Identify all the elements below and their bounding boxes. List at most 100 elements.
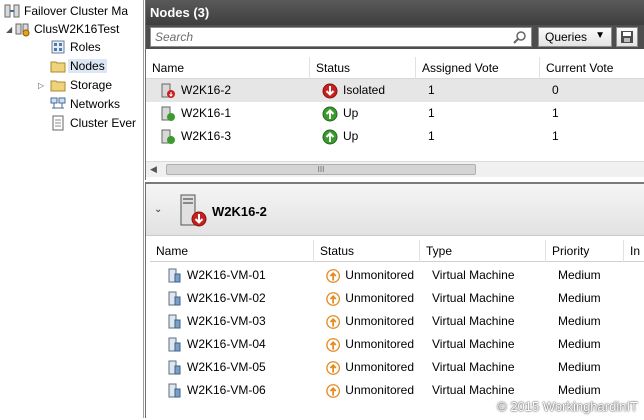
status-text: Unmonitored (345, 360, 414, 374)
role-name-cell: W2K16-VM-01 (160, 264, 314, 287)
priority-cell: Medium (558, 268, 601, 282)
status-cell: Unmonitored (320, 287, 420, 310)
column-header-status[interactable]: Status (314, 240, 420, 262)
cluster-manager-icon (4, 4, 20, 18)
node-name: W2K16-2 (181, 83, 232, 97)
collapse-chevron-icon[interactable]: ⌄ (154, 204, 162, 215)
horizontal-scrollbar[interactable]: ◀ III (146, 161, 644, 177)
green-up-arrow-icon (322, 129, 338, 145)
navigation-tree: Failover Cluster Ma ◢ ClusW2K16Test Role… (0, 0, 144, 418)
column-header-priority[interactable]: Priority (546, 240, 624, 262)
virtual-machine-icon (168, 268, 181, 283)
table-row[interactable]: W2K16-VM-01 Unmonitored Virtual Machine … (150, 264, 644, 287)
scrollbar-thumb[interactable]: III (166, 164, 476, 175)
node-server-up-icon (161, 106, 175, 121)
column-header-information[interactable]: In (624, 240, 644, 262)
save-icon (621, 31, 633, 43)
scroll-left-arrow-icon[interactable]: ◀ (150, 164, 157, 175)
virtual-machine-icon (168, 360, 181, 375)
queries-label: Queries (545, 30, 588, 44)
priority-cell: Medium (558, 360, 601, 374)
red-down-arrow-icon (322, 83, 338, 99)
tree-item-failover-cluster-manager[interactable]: Failover Cluster Ma (4, 2, 128, 20)
status-text: Up (343, 129, 359, 143)
scroll-grip: III (317, 165, 325, 174)
column-header-current-vote[interactable]: Current Vote (540, 57, 644, 79)
status-cell: Isolated (316, 79, 416, 102)
tree-item-nodes[interactable]: Nodes (50, 57, 107, 75)
role-name: W2K16-VM-01 (187, 268, 266, 282)
unmonitored-arrow-icon (326, 338, 341, 352)
status-cell: Unmonitored (320, 264, 420, 287)
table-row[interactable]: W2K16-VM-05 Unmonitored Virtual Machine … (150, 356, 644, 379)
type-cell: Virtual Machine (432, 314, 515, 328)
roles-grid: Name Status Type Priority In W2K16-VM-01… (150, 240, 644, 420)
table-row[interactable]: W2K16-VM-04 Unmonitored Virtual Machine … (150, 333, 644, 356)
nodes-pane: Nodes (3) Search Queries ▼ Name Status A… (145, 0, 644, 180)
node-server-down-icon (161, 83, 175, 98)
column-header-assigned-vote[interactable]: Assigned Vote (416, 57, 540, 79)
tree-item-cluster[interactable]: ClusW2K16Test (14, 20, 119, 38)
column-header-name[interactable]: Name (150, 240, 314, 262)
tree-item-roles[interactable]: Roles (50, 38, 101, 56)
type-cell: Virtual Machine (432, 360, 515, 374)
assigned-vote-cell: 1 (428, 106, 435, 120)
column-header-status[interactable]: Status (310, 57, 416, 79)
tree-item-networks[interactable]: Networks (50, 95, 120, 113)
tree-item-cluster-events[interactable]: Cluster Ever (50, 114, 136, 132)
status-text: Unmonitored (345, 314, 414, 328)
tree-label: Cluster Ever (70, 116, 137, 130)
priority-cell: Medium (558, 314, 601, 328)
role-name-cell: W2K16-VM-05 (160, 356, 314, 379)
search-icon[interactable] (513, 30, 527, 44)
cluster-icon (15, 23, 30, 37)
status-text: Unmonitored (345, 337, 414, 351)
priority-cell: Medium (558, 337, 601, 351)
queries-button[interactable]: Queries ▼ (538, 27, 612, 47)
storage-folder-icon (50, 80, 66, 92)
node-name-cell: W2K16-1 (154, 102, 310, 125)
table-row[interactable]: W2K16-VM-03 Unmonitored Virtual Machine … (150, 310, 644, 333)
table-row[interactable]: W2K16-2 Isolated 1 0 (146, 79, 644, 102)
table-row[interactable]: W2K16-3 Up 1 1 (146, 125, 644, 148)
dropdown-arrow-icon: ▼ (595, 30, 605, 41)
tree-item-storage[interactable]: Storage (50, 76, 112, 94)
expand-arrow-icon[interactable]: ▷ (38, 81, 44, 90)
tree-label: ClusW2K16Test (34, 22, 120, 36)
column-header-type[interactable]: Type (420, 240, 546, 262)
networks-icon (50, 97, 66, 109)
detail-header: ⌄ W2K16-2 (146, 184, 644, 236)
save-query-button[interactable] (616, 27, 638, 47)
status-text: Isolated (343, 83, 386, 97)
status-cell: Unmonitored (320, 310, 420, 333)
virtual-machine-icon (168, 314, 181, 329)
node-server-up-icon (161, 129, 175, 144)
table-row[interactable]: W2K16-1 Up 1 1 (146, 102, 644, 125)
role-name: W2K16-VM-03 (187, 314, 266, 328)
node-name-cell: W2K16-2 (154, 79, 310, 102)
nodes-grid: Name Status Assigned Vote Current Vote W… (146, 49, 644, 180)
server-down-icon (180, 194, 207, 227)
detail-title: W2K16-2 (212, 204, 267, 219)
type-cell: Virtual Machine (432, 268, 515, 282)
tree-label: Storage (70, 78, 113, 92)
cluster-events-icon (52, 115, 64, 131)
status-cell: Unmonitored (320, 333, 420, 356)
role-name: W2K16-VM-04 (187, 337, 266, 351)
unmonitored-arrow-icon (326, 315, 341, 329)
toolbar: Search Queries ▼ (146, 25, 644, 49)
search-input[interactable]: Search (150, 27, 532, 47)
column-header-row: Name Status Type Priority In (150, 240, 644, 262)
type-cell: Virtual Machine (432, 291, 515, 305)
status-text: Unmonitored (345, 268, 414, 282)
virtual-machine-icon (168, 383, 181, 398)
column-header-name[interactable]: Name (146, 57, 310, 79)
type-cell: Virtual Machine (432, 337, 515, 351)
current-vote-cell: 0 (552, 83, 559, 97)
tree-label: Roles (70, 40, 101, 54)
collapse-arrow-icon[interactable]: ◢ (6, 25, 12, 34)
status-text: Unmonitored (345, 291, 414, 305)
node-name: W2K16-1 (181, 106, 232, 120)
role-name-cell: W2K16-VM-04 (160, 333, 314, 356)
table-row[interactable]: W2K16-VM-02 Unmonitored Virtual Machine … (150, 287, 644, 310)
